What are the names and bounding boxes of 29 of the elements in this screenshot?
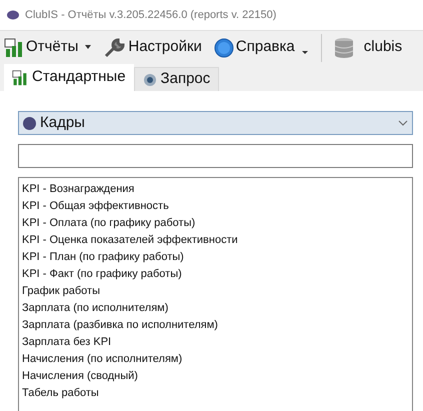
list-item[interactable]: KPI - Оплата (по графику работы) <box>22 215 409 232</box>
list-item[interactable]: Начисления (сводный) <box>22 368 409 385</box>
toolbar-button[interactable]: clubis <box>334 34 402 60</box>
toolbar-button[interactable]: Справка <box>214 34 309 60</box>
list-item[interactable]: График работы <box>22 283 409 300</box>
toolbar-button[interactable]: Отчёты <box>4 34 92 60</box>
tab[interactable]: Запрос <box>134 67 220 91</box>
chart-icon <box>4 38 24 58</box>
dropdown-value: Кадры <box>40 112 86 133</box>
list-item[interactable]: Зарплата без KPI <box>22 334 409 351</box>
list-item[interactable]: Начисления (по исполнителям) <box>22 351 409 368</box>
wrench-icon <box>104 38 126 58</box>
list-item[interactable]: KPI - Оценка показателей эффективности <box>22 232 409 249</box>
list-item[interactable]: KPI - Общая эффективность <box>22 198 409 215</box>
list-item[interactable]: Табель работы <box>22 385 409 402</box>
list-item[interactable]: KPI - План (по графику работы) <box>22 249 409 266</box>
database-icon <box>334 36 354 58</box>
window-title: ClubIS - Отчёты v.3.205.22456.0 (reports v. 22150) <box>25 8 276 23</box>
toolbar-button[interactable]: Настройки <box>104 34 202 60</box>
filter-field[interactable] <box>18 144 413 168</box>
chevron-icon <box>398 120 408 126</box>
category-dropdown[interactable]: Кадры <box>18 111 413 135</box>
list-item[interactable]: KPI - Факт (по графику работы) <box>22 266 409 283</box>
list-item[interactable]: KPI - Вознаграждения <box>22 181 409 198</box>
dropdown-arrow-icon[interactable] <box>84 45 92 50</box>
list-item[interactable]: Зарплата (разбивка по исполнителям) <box>22 317 409 334</box>
tab[interactable]: Стандартные <box>4 64 134 91</box>
list-item[interactable]: Зарплата (по исполнителям) <box>22 300 409 317</box>
chart-icon <box>12 70 28 86</box>
